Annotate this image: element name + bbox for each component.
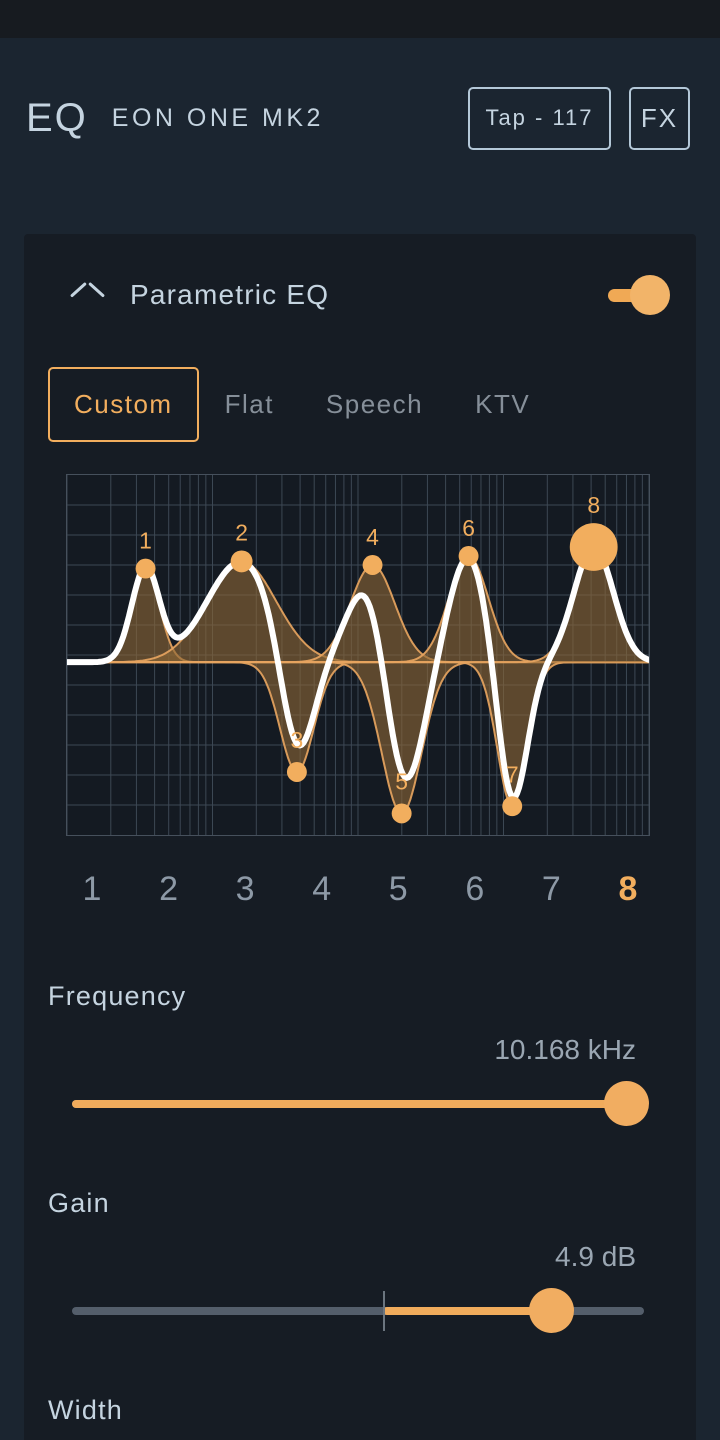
band-handle-7 (502, 796, 523, 817)
band-button-4[interactable]: 4 (298, 864, 346, 915)
gain-slider[interactable] (48, 1287, 670, 1333)
preset-tab-speech[interactable]: Speech (300, 367, 449, 442)
frequency-slider-fill (72, 1100, 626, 1108)
gain-control: Gain 4.9 dB (24, 1188, 696, 1333)
frequency-label: Frequency (48, 981, 187, 1011)
band-handle-6 (458, 546, 479, 566)
frequency-value: 10.168 kHz (494, 1034, 636, 1065)
eq-page: EQ EON ONE MK2 Tap - 117 FX Parametric E… (0, 38, 720, 1440)
app-header: EQ EON ONE MK2 Tap - 117 FX (0, 38, 720, 198)
band-button-8[interactable]: 8 (604, 864, 652, 915)
eq-graph-wrap: 1 2 3 4 5 6 7 8 (24, 452, 696, 836)
band-handle-2 (230, 550, 253, 573)
eq-logo: EQ (26, 95, 88, 140)
band-button-7[interactable]: 7 (527, 864, 575, 915)
band-button-1[interactable]: 1 (68, 864, 116, 915)
device-name: EON ONE MK2 (111, 103, 324, 132)
eq-enable-toggle[interactable] (608, 275, 670, 315)
chevron-up-icon[interactable] (68, 278, 102, 312)
band-label-3: 3 (291, 727, 304, 753)
fx-button[interactable]: FX (629, 86, 690, 150)
band-selector: 1 2 3 4 5 6 7 8 (24, 836, 696, 915)
band-label-2: 2 (235, 520, 248, 546)
preset-tab-flat[interactable]: Flat (199, 367, 300, 442)
toggle-knob (630, 275, 670, 315)
band-button-2[interactable]: 2 (145, 864, 193, 915)
band-handle-4 (362, 555, 383, 575)
width-label: Width (48, 1395, 124, 1425)
preset-tab-ktv[interactable]: KTV (449, 367, 556, 442)
frequency-slider[interactable] (48, 1080, 670, 1126)
band-label-8: 8 (587, 492, 600, 518)
gain-label: Gain (48, 1188, 110, 1218)
band-label-7: 7 (506, 761, 519, 787)
frequency-slider-thumb[interactable] (603, 1081, 649, 1126)
card-header: Parametric EQ (24, 234, 696, 356)
preset-tab-custom[interactable]: Custom (48, 366, 199, 442)
width-control: Width (24, 1395, 696, 1426)
band-button-3[interactable]: 3 (221, 864, 269, 915)
tap-tempo-button[interactable]: Tap - 117 (468, 86, 611, 150)
card-title: Parametric EQ (130, 279, 330, 310)
eq-curve-svg: 1 2 3 4 5 6 7 8 (67, 475, 649, 835)
gain-center-tick (383, 1291, 385, 1331)
band-handle-8 (569, 523, 618, 571)
band-label-5: 5 (395, 769, 408, 795)
frequency-control: Frequency 10.168 kHz (24, 981, 696, 1126)
gain-slider-fill (383, 1307, 551, 1315)
parametric-eq-card: Parametric EQ Custom Flat Speech KTV 123… (24, 234, 696, 1440)
band-label-6: 6 (462, 515, 475, 541)
gain-value: 4.9 dB (555, 1241, 636, 1272)
eq-response-graph[interactable]: 1 2 3 4 5 6 7 8 (66, 474, 650, 836)
band-label-4: 4 (366, 524, 379, 550)
band-handle-5 (391, 803, 412, 824)
band-handle-1 (135, 558, 156, 579)
band-button-5[interactable]: 5 (374, 864, 422, 915)
status-bar (0, 0, 720, 38)
gain-slider-thumb[interactable] (528, 1288, 574, 1333)
preset-tabs: Custom Flat Speech KTV (24, 356, 696, 452)
band-handle-3 (286, 762, 307, 782)
band-button-6[interactable]: 6 (451, 864, 499, 915)
band-label-1: 1 (139, 528, 152, 554)
